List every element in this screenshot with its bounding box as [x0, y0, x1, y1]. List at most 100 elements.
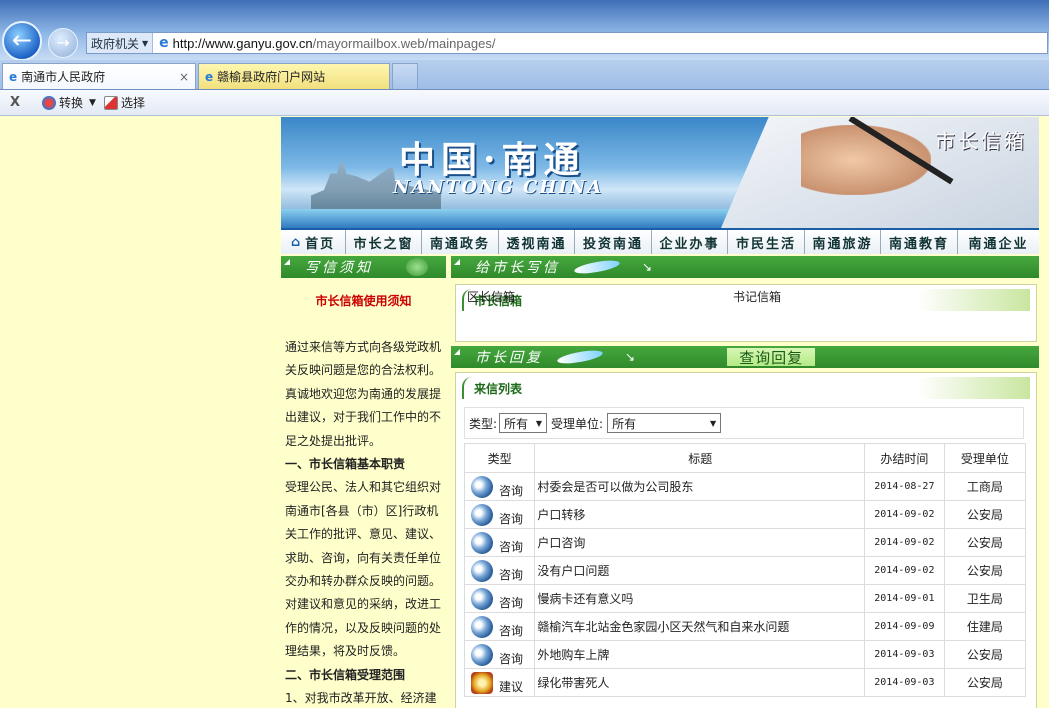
consult-icon [471, 643, 493, 666]
letter-title-link[interactable]: 慢病卡还有意义吗 [534, 584, 866, 613]
nav-item-government-affairs[interactable]: 南通政务 [422, 230, 499, 254]
letter-title-link[interactable]: 赣榆汽车北站金色家园小区天然气和自来水问题 [534, 612, 866, 641]
letter-title-link[interactable]: 没有户口问题 [534, 556, 866, 585]
url-path: /mayormailbox.web/mainpages/ [312, 35, 496, 51]
nav-item-mayor-window[interactable]: 市长之窗 [346, 230, 422, 254]
letter-title-link[interactable]: 外地购车上牌 [534, 640, 866, 669]
table-row[interactable]: 咨询 没有户口问题 2014-09-02 公安局 [463, 556, 1027, 585]
department: 公安局 [943, 500, 1027, 529]
type-label: 咨询 [499, 512, 524, 526]
nav-item-enterprises[interactable]: 南通企业 [958, 230, 1039, 254]
query-reply-button[interactable]: 查询回复 [727, 348, 816, 367]
notice-paragraph: 受理公民、法人和其它组织对南通市[各县（市）区]行政机关工作的批评、意见、建议、… [285, 480, 442, 659]
type-label: 咨询 [499, 568, 524, 582]
type-filter-value: 所有 [504, 416, 529, 431]
zone-dropdown[interactable]: 政府机关 ▼ [87, 33, 154, 53]
letter-title-link[interactable]: 户口咨询 [534, 528, 866, 557]
corner-deco [454, 349, 460, 355]
letter-table: 类型 标题 办结时间 受理单位 咨询 村委会是否可以做为公司股东 2014-08-2… [463, 443, 1027, 697]
nav-label: 南通旅游 [812, 236, 873, 252]
type-label: 咨询 [499, 540, 524, 554]
nav-label: 南通政务 [429, 236, 490, 252]
notice-paragraph: 通过来信等方式向各级党政机关反映问题是您的合法权利。真诚地欢迎您为南通的发展提出… [285, 340, 442, 448]
nav-item-business[interactable]: 企业办事 [652, 230, 728, 254]
letter-list-panel: 来信列表 类型: 所有 ▼ 受理单位: 所有 ▼ 类型 标题 办结时间 受理单位… [455, 372, 1037, 708]
chevron-down-icon: ▼ [535, 418, 543, 428]
table-row[interactable]: 咨询 外地购车上牌 2014-09-03 公安局 [463, 640, 1027, 669]
secretary-mailbox-link[interactable]: 书记信箱 [733, 288, 999, 305]
forward-button[interactable]: → [48, 28, 78, 58]
type-cell: 咨询 [463, 556, 536, 585]
chevron-down-icon[interactable]: ▼ [89, 98, 96, 108]
notice-paragraph: 1、对我市改革开放、经济建 [285, 691, 437, 706]
select-icon [103, 95, 118, 110]
type-cell: 咨询 [463, 472, 536, 501]
site-banner: 中国·南通 NANTONG CHINA 市长信箱 [281, 117, 1039, 228]
tab-nantong-gov[interactable]: e 南通市人民政府 × [2, 63, 196, 89]
department: 公安局 [943, 556, 1027, 585]
corner-deco [284, 259, 290, 265]
notice-title: 市长信箱使用须知 [315, 294, 412, 308]
col-dept: 受理单位 [943, 443, 1027, 473]
dept-filter-select[interactable]: 所有 ▼ [607, 413, 722, 433]
dept-filter-label: 受理单位: [551, 416, 604, 431]
back-button[interactable]: ← [2, 21, 42, 61]
url-field[interactable]: 政府机关 ▼ e http://www.ganyu.gov.cn/mayorma… [86, 32, 1048, 54]
department: 住建局 [943, 612, 1027, 641]
select-label: 选择 [120, 96, 145, 110]
tab-title: 赣榆县政府门户网站 [217, 70, 326, 84]
section-title: 给市长写信 [475, 260, 560, 276]
completion-date: 2014-09-02 [864, 500, 945, 529]
completion-date: 2014-09-01 [864, 584, 945, 613]
nav-label: 投资南通 [582, 236, 643, 252]
col-title: 标题 [534, 443, 866, 473]
type-label: 咨询 [499, 624, 524, 638]
consult-icon [471, 587, 493, 610]
tab-title: 南通市人民政府 [21, 70, 106, 84]
letter-title-link[interactable]: 村委会是否可以做为公司股东 [534, 472, 866, 501]
consult-icon [471, 475, 493, 498]
new-tab-button[interactable] [392, 63, 418, 89]
nav-item-education[interactable]: 南通教育 [881, 230, 958, 254]
table-row[interactable]: 咨询 户口转移 2014-09-02 公安局 [463, 500, 1027, 529]
table-row[interactable]: 咨询 村委会是否可以做为公司股东 2014-08-27 工商局 [463, 472, 1027, 501]
table-row[interactable]: 建议 绿化带害死人 2014-09-03 公安局 [463, 668, 1027, 697]
site-page: 中国·南通 NANTONG CHINA 市长信箱 ⌂ 首页 市长之窗 南通政务 透… [281, 117, 1039, 708]
nav-item-perspective[interactable]: 透视南通 [499, 230, 575, 254]
type-cell: 咨询 [463, 640, 536, 669]
close-icon[interactable]: X [10, 95, 20, 110]
section-title: 市长回复 [475, 350, 543, 366]
nav-label: 首页 [305, 236, 336, 252]
nav-label: 南通企业 [968, 236, 1029, 252]
section-title: 写信须知 [305, 260, 373, 276]
table-row[interactable]: 咨询 慢病卡还有意义吗 2014-09-01 卫生局 [463, 584, 1027, 613]
zone-label: 政府机关 [91, 36, 140, 51]
completion-date: 2014-09-02 [864, 528, 945, 557]
type-cell: 咨询 [463, 612, 536, 641]
type-label: 建议 [499, 680, 524, 694]
letter-title-link[interactable]: 绿化带害死人 [534, 668, 866, 697]
tab-ganyu-portal[interactable]: e 赣榆县政府门户网站 [198, 63, 390, 89]
nav-item-invest[interactable]: 投资南通 [575, 230, 652, 254]
write-to-mayor-header[interactable]: 给市长写信 ↘ [451, 256, 1039, 278]
completion-date: 2014-08-27 [864, 472, 945, 501]
close-icon[interactable]: × [179, 70, 189, 84]
table-row[interactable]: 咨询 户口咨询 2014-09-02 公安局 [463, 528, 1027, 557]
type-filter-select[interactable]: 所有 ▼ [499, 413, 548, 433]
nav-item-citizen-life[interactable]: 市民生活 [728, 230, 805, 254]
select-button[interactable]: 选择 [103, 94, 145, 111]
deco-icon [406, 258, 428, 276]
nav-item-tourism[interactable]: 南通旅游 [805, 230, 881, 254]
district-mailbox-link[interactable]: 区长信箱 [467, 288, 733, 305]
letter-title-link[interactable]: 户口转移 [534, 500, 866, 529]
nav-item-home[interactable]: ⌂ 首页 [281, 230, 346, 254]
mailbox-links: 区长信箱 书记信箱 [467, 288, 1027, 305]
type-cell: 建议 [463, 668, 536, 697]
table-row[interactable]: 咨询 赣榆汽车北站金色家园小区天然气和自来水问题 2014-09-09 住建局 [463, 612, 1027, 641]
consult-icon [471, 615, 493, 638]
department: 工商局 [943, 472, 1027, 501]
write-notice-header: 写信须知 [281, 256, 446, 278]
convert-button[interactable]: 转换 ▼ [42, 94, 96, 111]
department: 卫生局 [943, 584, 1027, 613]
department: 公安局 [943, 668, 1027, 697]
